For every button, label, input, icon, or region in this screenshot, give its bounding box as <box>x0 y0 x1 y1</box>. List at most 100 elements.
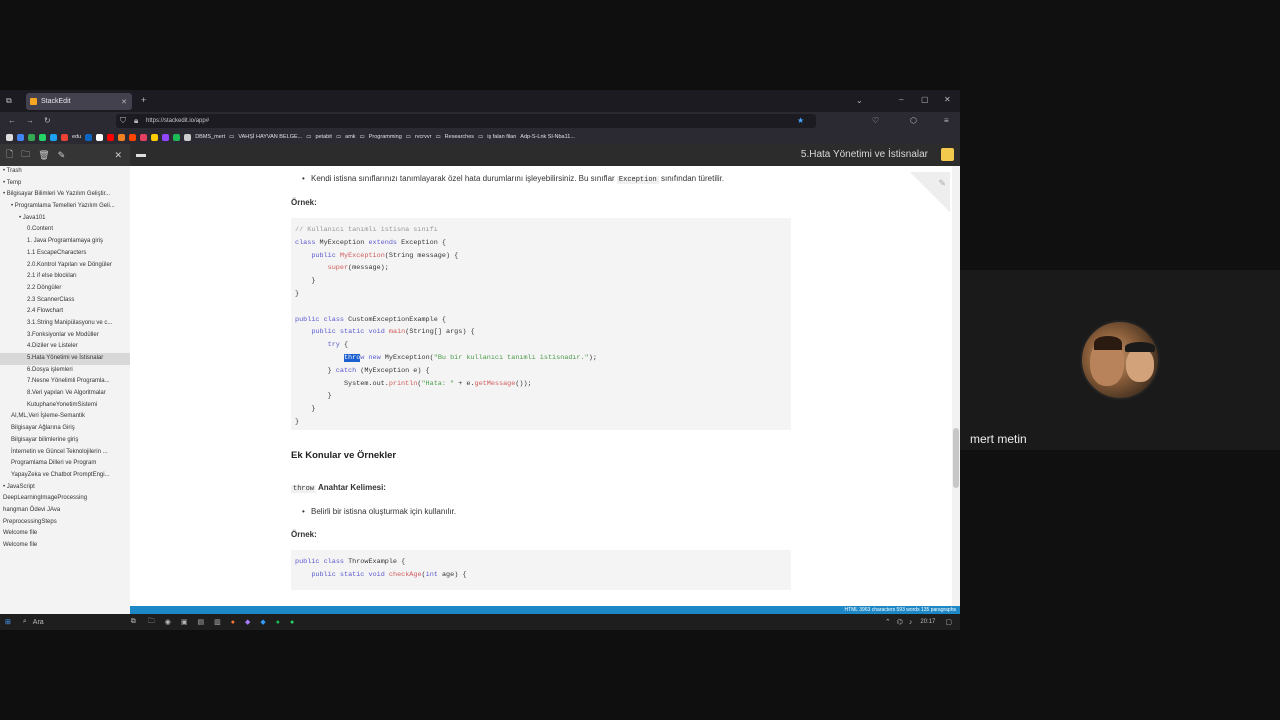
folder-icon[interactable]: ▭ <box>435 134 440 140</box>
whatsapp-icon[interactable]: ● <box>290 619 294 626</box>
sidebar-item[interactable]: • Temp <box>0 178 130 190</box>
close-window-icon[interactable]: ✕ <box>944 95 951 104</box>
taskbar-search-input[interactable]: Ara <box>33 619 113 626</box>
new-file-icon[interactable]: 🗋︎ <box>6 147 13 163</box>
network-icon[interactable]: ⌬ <box>897 618 903 626</box>
bookmark-icon[interactable] <box>28 133 35 141</box>
sidebar-item[interactable]: PreprocessingSteps <box>0 517 130 529</box>
sidebar-item[interactable]: 6.Dosya işlemleri <box>0 365 130 377</box>
bookmark-rvcrvvr[interactable]: rvcrvvr <box>415 134 432 140</box>
folder-icon[interactable]: ▭ <box>306 134 311 140</box>
search-icon[interactable]: ⌕ <box>23 618 27 626</box>
bookmark-icon[interactable] <box>39 133 46 141</box>
scrollbar-thumb[interactable] <box>953 428 959 488</box>
sidebar-item[interactable]: 1. Java Programlamaya giriş <box>0 236 130 248</box>
sidebar-item[interactable]: • Java101 <box>0 213 130 225</box>
reload-icon[interactable]: ↻ <box>44 116 51 125</box>
forward-icon[interactable]: → <box>26 116 34 125</box>
sidebar-item[interactable]: Programlama Dilleri ve Program <box>0 458 130 470</box>
sidebar-item[interactable]: 4.Diziler ve Listeler <box>0 341 130 353</box>
folder-toggle-icon[interactable]: ▬ <box>136 149 146 160</box>
bookmark-icon[interactable] <box>173 133 181 141</box>
file-explorer-icon[interactable]: 🗀︎ <box>148 617 155 628</box>
bookmark-dbms[interactable]: DBMS_mert <box>195 134 225 140</box>
sidebar-item[interactable]: 1.1 EscapeCharacters <box>0 248 130 260</box>
sidebar-item[interactable]: Welcome file <box>0 540 130 552</box>
pocket-icon[interactable]: ♡ <box>872 116 879 125</box>
sidebar-item[interactable]: AI,ML,Veri İşleme-Semantik <box>0 411 130 423</box>
folder-icon[interactable]: ▭ <box>406 134 411 140</box>
sidebar-item[interactable]: 3.1.String Manipülasyonu ve c... <box>0 318 130 330</box>
sidebar-item[interactable]: • JavaScript <box>0 482 130 494</box>
sidebar-item[interactable]: 7.Nesne Yönelimli Programla... <box>0 376 130 388</box>
clock[interactable]: 20:17 <box>920 619 935 625</box>
github-icon[interactable] <box>96 133 104 141</box>
sidebar-item[interactable]: 2.1 if else blockları <box>0 271 130 283</box>
app-icon[interactable]: ▥ <box>214 618 221 626</box>
edit-toggle[interactable]: ✎ <box>910 172 950 212</box>
sidebar-item[interactable]: YapayZeka ve Chatbot PromptEngi... <box>0 470 130 482</box>
bookmark-icon[interactable] <box>184 133 192 141</box>
lock-icon[interactable]: 🔒︎ <box>134 116 138 126</box>
sidebar-item[interactable]: • Bilgisayar Bilimleri Ve Yazılım Gelişt… <box>0 189 130 201</box>
rename-icon[interactable]: ✎ <box>58 150 66 161</box>
task-view-icon[interactable]: ⧉ <box>131 618 136 626</box>
bookmark-icon[interactable] <box>118 133 126 141</box>
bookmark-icon[interactable] <box>17 133 24 141</box>
bookmark-is-falan[interactable]: iş falan filan <box>487 134 516 140</box>
folder-icon[interactable]: ▭ <box>229 134 234 140</box>
sidebar-item[interactable]: Bilgisayar Ağlarına Giriş <box>0 423 130 435</box>
reddit-icon[interactable] <box>129 133 137 141</box>
visual-studio-icon[interactable]: ◆ <box>245 618 250 626</box>
chevron-down-icon[interactable]: ⌄ <box>856 96 863 105</box>
sidebar-item[interactable]: • Trash <box>0 166 130 178</box>
sidebar-item[interactable]: DeepLearningImageProcessing <box>0 493 130 505</box>
delete-icon[interactable]: 🗑︎ <box>38 150 49 161</box>
new-folder-icon[interactable]: 🗀︎ <box>21 147 30 163</box>
folder-icon[interactable]: ▭ <box>478 134 483 140</box>
tab-list-icon[interactable]: ⧉ <box>6 96 12 106</box>
sidebar-item[interactable]: 2.0.Kontrol Yapıları ve Döngüler <box>0 260 130 272</box>
bookmark-icon[interactable] <box>6 133 13 141</box>
windows-start-icon[interactable]: ⊞ <box>5 618 11 626</box>
scrollbar[interactable] <box>952 166 960 606</box>
edge-icon[interactable]: ◉ <box>165 618 171 626</box>
bookmark-vahsi[interactable]: VAHŞİ HAYVAN BELGE... <box>238 134 302 140</box>
sidebar-item[interactable]: hangman Ödevi JAva <box>0 505 130 517</box>
close-tab-icon[interactable]: ✕ <box>121 98 127 106</box>
new-tab-icon[interactable]: + <box>141 95 146 105</box>
tab-stackedit[interactable]: StackEdit ✕ <box>26 93 132 110</box>
spotify-icon[interactable]: ● <box>276 619 280 626</box>
star-icon[interactable]: ★ <box>797 116 804 125</box>
url-input[interactable]: https://stackedit.io/app# <box>116 114 816 128</box>
linkedin-icon[interactable] <box>85 133 93 141</box>
sidebar-item[interactable]: 2.3 ScannerClass <box>0 295 130 307</box>
folder-icon[interactable]: ▭ <box>336 134 341 140</box>
sidebar-item[interactable]: Bilgisayar bilimlerine giriş <box>0 435 130 447</box>
sidebar-item[interactable]: 0.Content <box>0 224 130 236</box>
notification-icon[interactable]: ▢ <box>945 618 952 626</box>
close-explorer-icon[interactable]: ✕ <box>114 150 122 161</box>
sidebar-item[interactable]: 2.4 Flowchart <box>0 306 130 318</box>
sidebar-item[interactable]: İnternetin ve Güncel Teknolojilerin ... <box>0 447 130 459</box>
firefox-icon[interactable]: ● <box>231 619 235 626</box>
vscode-icon[interactable]: ◆ <box>260 618 265 626</box>
sidebar-item[interactable]: • Programlama Temelleri Yazılım Geli... <box>0 201 130 213</box>
bookmark-researches[interactable]: Researches <box>445 134 474 140</box>
shield-icon[interactable]: ⛉ <box>120 116 126 126</box>
back-icon[interactable]: ← <box>8 116 16 125</box>
app-icon[interactable]: ▤ <box>198 618 205 626</box>
volume-icon[interactable]: ♪ <box>909 619 913 626</box>
sidebar-item[interactable]: 3.Fonksiyonlar ve Modüller <box>0 330 130 342</box>
stackedit-menu-icon[interactable] <box>941 148 954 161</box>
bookmark-programming[interactable]: Programming <box>369 134 402 140</box>
bookmark-edu[interactable]: edu <box>72 134 81 140</box>
bookmark-adp[interactable]: Adp-S-Lnk Sl-Nba11... <box>520 134 575 140</box>
bookmark-icon[interactable] <box>50 133 57 141</box>
gmail-icon[interactable] <box>61 133 68 141</box>
sidebar-item[interactable]: 5.Hata Yönetimi ve İstisnalar <box>0 353 130 365</box>
folder-icon[interactable]: ▭ <box>360 134 365 140</box>
sidebar-item[interactable]: 2.2 Döngüler <box>0 283 130 295</box>
sidebar-item[interactable]: KutuphaneYonetimSistemi <box>0 400 130 412</box>
bookmark-icon[interactable] <box>140 133 148 141</box>
